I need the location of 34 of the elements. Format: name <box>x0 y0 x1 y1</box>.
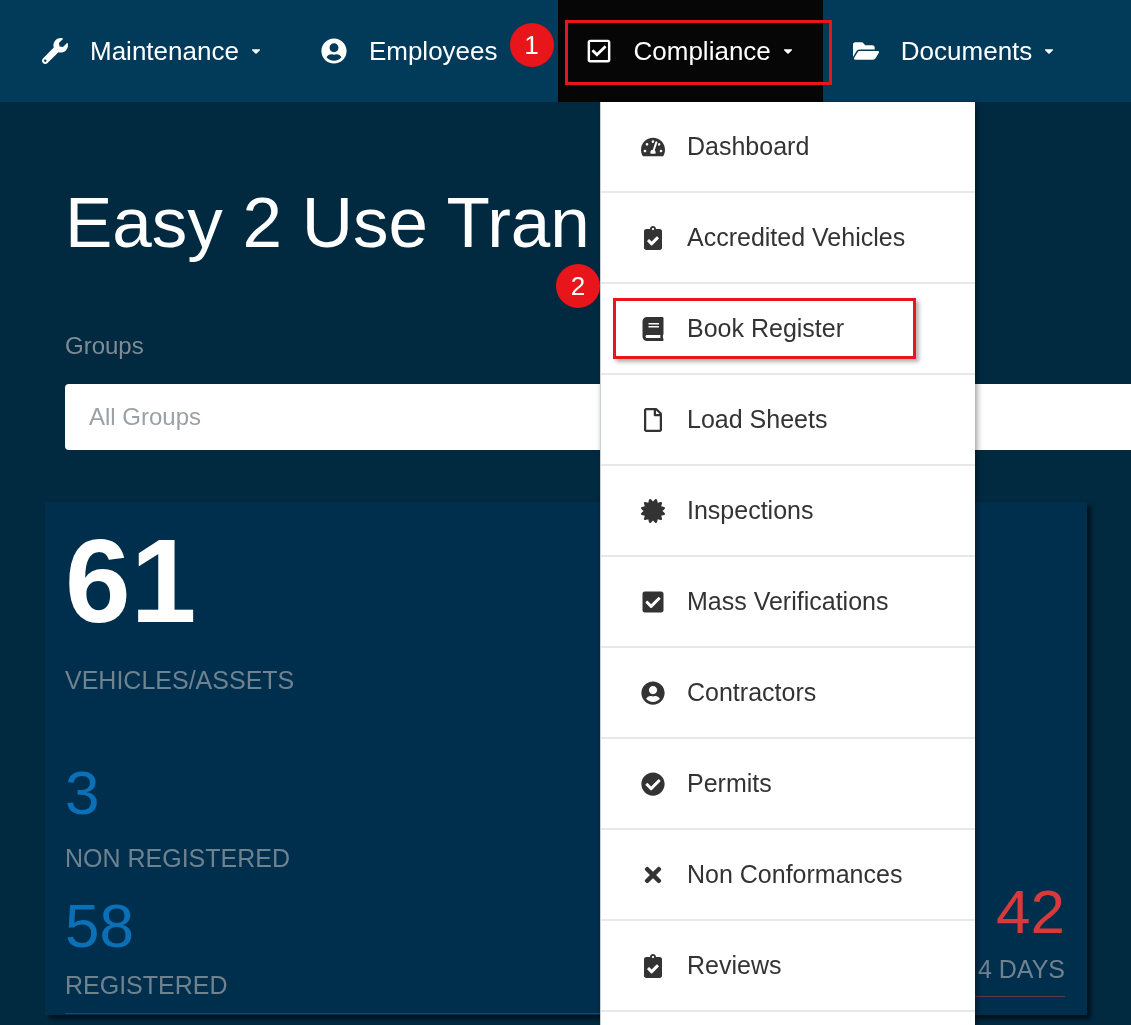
nav-menu-item[interactable]: Maintenance <box>42 0 321 102</box>
registered-label: REGISTERED <box>65 970 228 1001</box>
non-registered-count: 3 <box>65 761 100 824</box>
user-icon <box>320 38 347 64</box>
step-badge: 2 <box>556 264 600 308</box>
menu-item[interactable]: Accredited Vehicles <box>601 218 906 257</box>
menu-item[interactable]: Book Register <box>601 309 845 348</box>
menu-item[interactable]: Non Conformances <box>601 855 903 894</box>
checkbox-icon <box>585 38 612 64</box>
total-count: 61 <box>65 522 197 640</box>
registered-count: 58 <box>65 895 134 957</box>
menu-item[interactable]: Dashboard <box>601 127 810 166</box>
clipboard-icon <box>641 225 665 250</box>
groups-label: Groups <box>65 331 144 361</box>
non-registered-label: NON REGISTERED <box>65 842 291 874</box>
days-count: 42 <box>996 880 1065 943</box>
menu-item[interactable]: Mass Verifications <box>601 582 889 621</box>
menu-item[interactable]: Reviews <box>601 946 782 985</box>
wrench-icon <box>42 38 68 64</box>
nav-menu-item[interactable]: Compliance <box>557 0 823 102</box>
clipboard-icon <box>641 953 665 978</box>
menu-item[interactable]: Contractors <box>601 673 817 712</box>
step-badge: 1 <box>509 23 554 67</box>
books-icon <box>641 316 665 341</box>
badge-icon <box>641 498 665 523</box>
days-label: 4 DAYS <box>977 953 1065 985</box>
total-label: VEHICLES/ASSETS <box>65 665 295 696</box>
menu-item[interactable]: Load Sheets <box>601 400 828 439</box>
file-icon <box>641 407 665 432</box>
menu-item[interactable]: Inspections <box>601 491 814 530</box>
user-icon <box>641 680 665 705</box>
checkbox-icon <box>641 589 665 614</box>
menu-item[interactable]: Permits <box>601 764 772 803</box>
nav-menu-item[interactable]: Documents <box>852 0 1117 102</box>
